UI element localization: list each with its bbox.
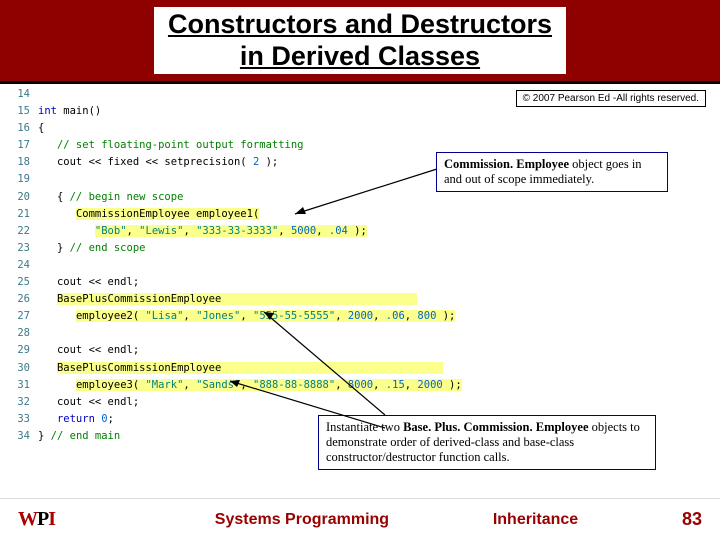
content-area: © 2007 Pearson Ed -All rights reserved. … [0,84,720,498]
code-block: 1415int main()16{17 // set floating-poin… [10,86,462,445]
footer-center: Inheritance [493,511,578,529]
header: Constructors and Destructorsin Derived C… [0,0,720,84]
callout-scope: Commission. Employee object goes in and … [436,152,668,192]
footer-left: Systems Programming [215,511,389,529]
logo: WPI [18,508,55,531]
copyright-box: © 2007 Pearson Ed -All rights reserved. [516,90,706,107]
footer: WPI Systems Programming Inheritance 83 [0,498,720,540]
slide-title: Constructors and Destructorsin Derived C… [154,7,566,73]
page-number: 83 [682,509,702,530]
callout-instantiate: Instantiate two Base. Plus. Commission. … [318,415,656,470]
